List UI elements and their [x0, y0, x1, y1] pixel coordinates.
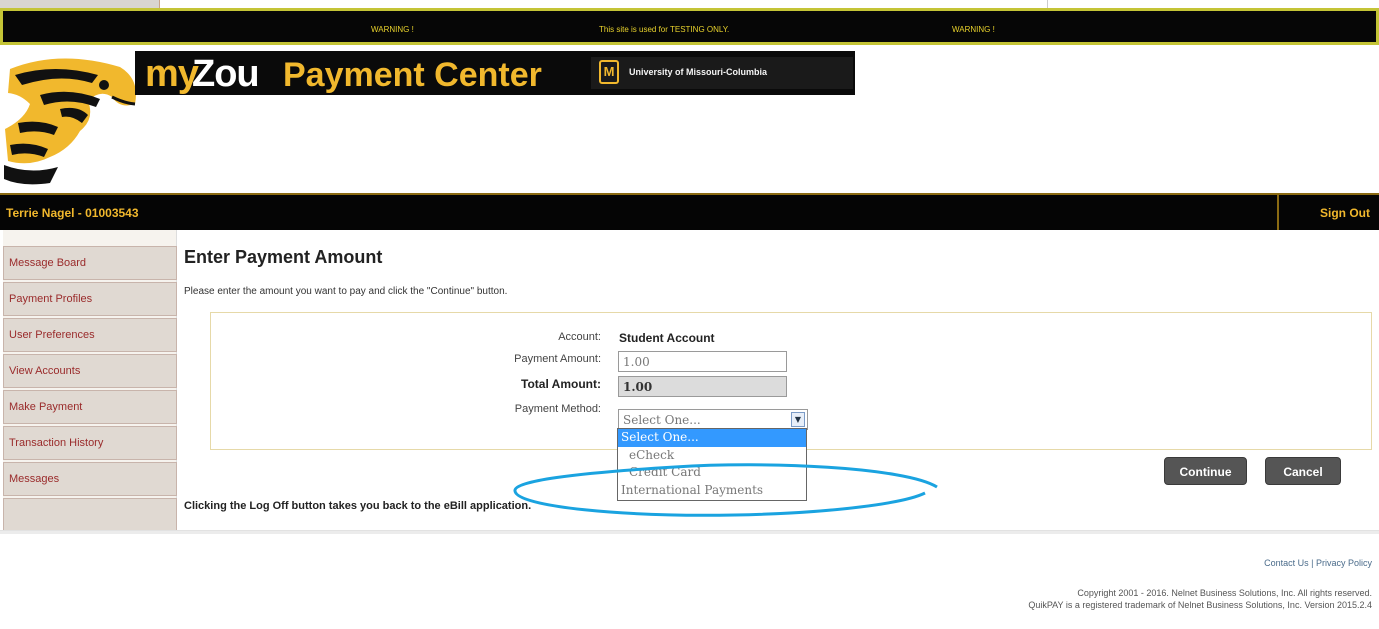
sidebar-item-message-board[interactable]: Message Board	[3, 246, 177, 280]
copyright-line-1: Copyright 2001 - 2016. Nelnet Business S…	[1077, 588, 1372, 598]
sidebar-item-payment-profiles[interactable]: Payment Profiles	[3, 282, 177, 316]
warning-left: WARNING !	[371, 25, 414, 34]
continue-button[interactable]: Continue	[1164, 457, 1247, 485]
page-title: Enter Payment Amount	[184, 247, 383, 267]
account-value: Student Account	[619, 331, 715, 345]
myzou-brand-banner: my Zou Payment Center M University of Mi…	[135, 51, 855, 95]
tiger-mascot-icon	[4, 58, 136, 185]
browser-top-strip	[0, 0, 1379, 8]
sidebar-item-view-accounts[interactable]: View Accounts	[3, 354, 177, 388]
university-badge: M University of Missouri-Columbia	[591, 57, 853, 89]
sidebar-item-blank	[3, 498, 177, 532]
dropdown-option-international-payments[interactable]: International Payments	[618, 482, 806, 500]
dropdown-option-echeck[interactable]: eCheck	[618, 447, 806, 465]
dropdown-option-credit-card[interactable]: Credit Card	[618, 464, 806, 482]
site-header: my Zou Payment Center M University of Mi…	[0, 45, 1379, 193]
account-label: Account:	[558, 331, 601, 343]
contact-us-link[interactable]: Contact Us	[1264, 558, 1309, 568]
university-name: University of Missouri-Columbia	[629, 67, 768, 77]
payment-amount-label: Payment Amount:	[514, 353, 601, 365]
logoff-note: Clicking the Log Off button takes you ba…	[184, 500, 532, 512]
brand-my: my	[145, 53, 199, 95]
chevron-down-icon[interactable]: ▼	[791, 412, 805, 427]
brand-payment-center: Payment Center	[283, 56, 542, 94]
sign-out-link[interactable]: Sign Out	[1320, 206, 1370, 220]
sidebar-item-messages[interactable]: Messages	[3, 462, 177, 496]
browser-tab-edge	[0, 0, 160, 8]
warning-right: WARNING !	[952, 25, 995, 34]
footer-separator: |	[1311, 558, 1314, 568]
user-bar: Terrie Nagel - 01003543 Sign Out	[0, 193, 1379, 230]
mu-shield-icon: M	[599, 60, 619, 84]
sidebar-item-make-payment[interactable]: Make Payment	[3, 390, 177, 424]
payment-amount-input[interactable]: 1.00	[618, 351, 787, 372]
instructions: Please enter the amount you want to pay …	[184, 286, 508, 297]
payment-method-dropdown-list: Select One... eCheck Credit Card Interna…	[617, 428, 807, 501]
payment-method-label: Payment Method:	[514, 403, 601, 415]
sidebar-item-transaction-history[interactable]: Transaction History	[3, 426, 177, 460]
payment-method-select[interactable]: Select One... ▼	[618, 409, 808, 430]
browser-divider	[1047, 0, 1048, 8]
privacy-policy-link[interactable]: Privacy Policy	[1316, 558, 1372, 568]
footer-rule	[0, 530, 1379, 534]
dropdown-option-select-one[interactable]: Select One...	[618, 429, 806, 447]
userbar-divider	[1277, 195, 1279, 230]
sidebar-nav: Message Board Payment Profiles User Pref…	[3, 230, 177, 532]
payment-method-selected: Select One...	[623, 413, 701, 427]
total-amount-field: 1.00	[618, 376, 787, 397]
user-name-id: Terrie Nagel - 01003543	[6, 206, 139, 220]
total-amount-label: Total Amount:	[521, 377, 601, 391]
cancel-button[interactable]: Cancel	[1265, 457, 1341, 485]
copyright: Copyright 2001 - 2016. Nelnet Business S…	[1028, 587, 1372, 611]
testing-warning-bar: WARNING ! This site is used for TESTING …	[0, 8, 1379, 45]
warning-center: This site is used for TESTING ONLY.	[599, 25, 730, 34]
footer-links: Contact Us | Privacy Policy	[1264, 558, 1372, 568]
brand-zou: Zou	[192, 53, 260, 95]
copyright-line-2: QuikPAY is a registered trademark of Nel…	[1028, 600, 1372, 610]
sidebar-item-user-preferences[interactable]: User Preferences	[3, 318, 177, 352]
